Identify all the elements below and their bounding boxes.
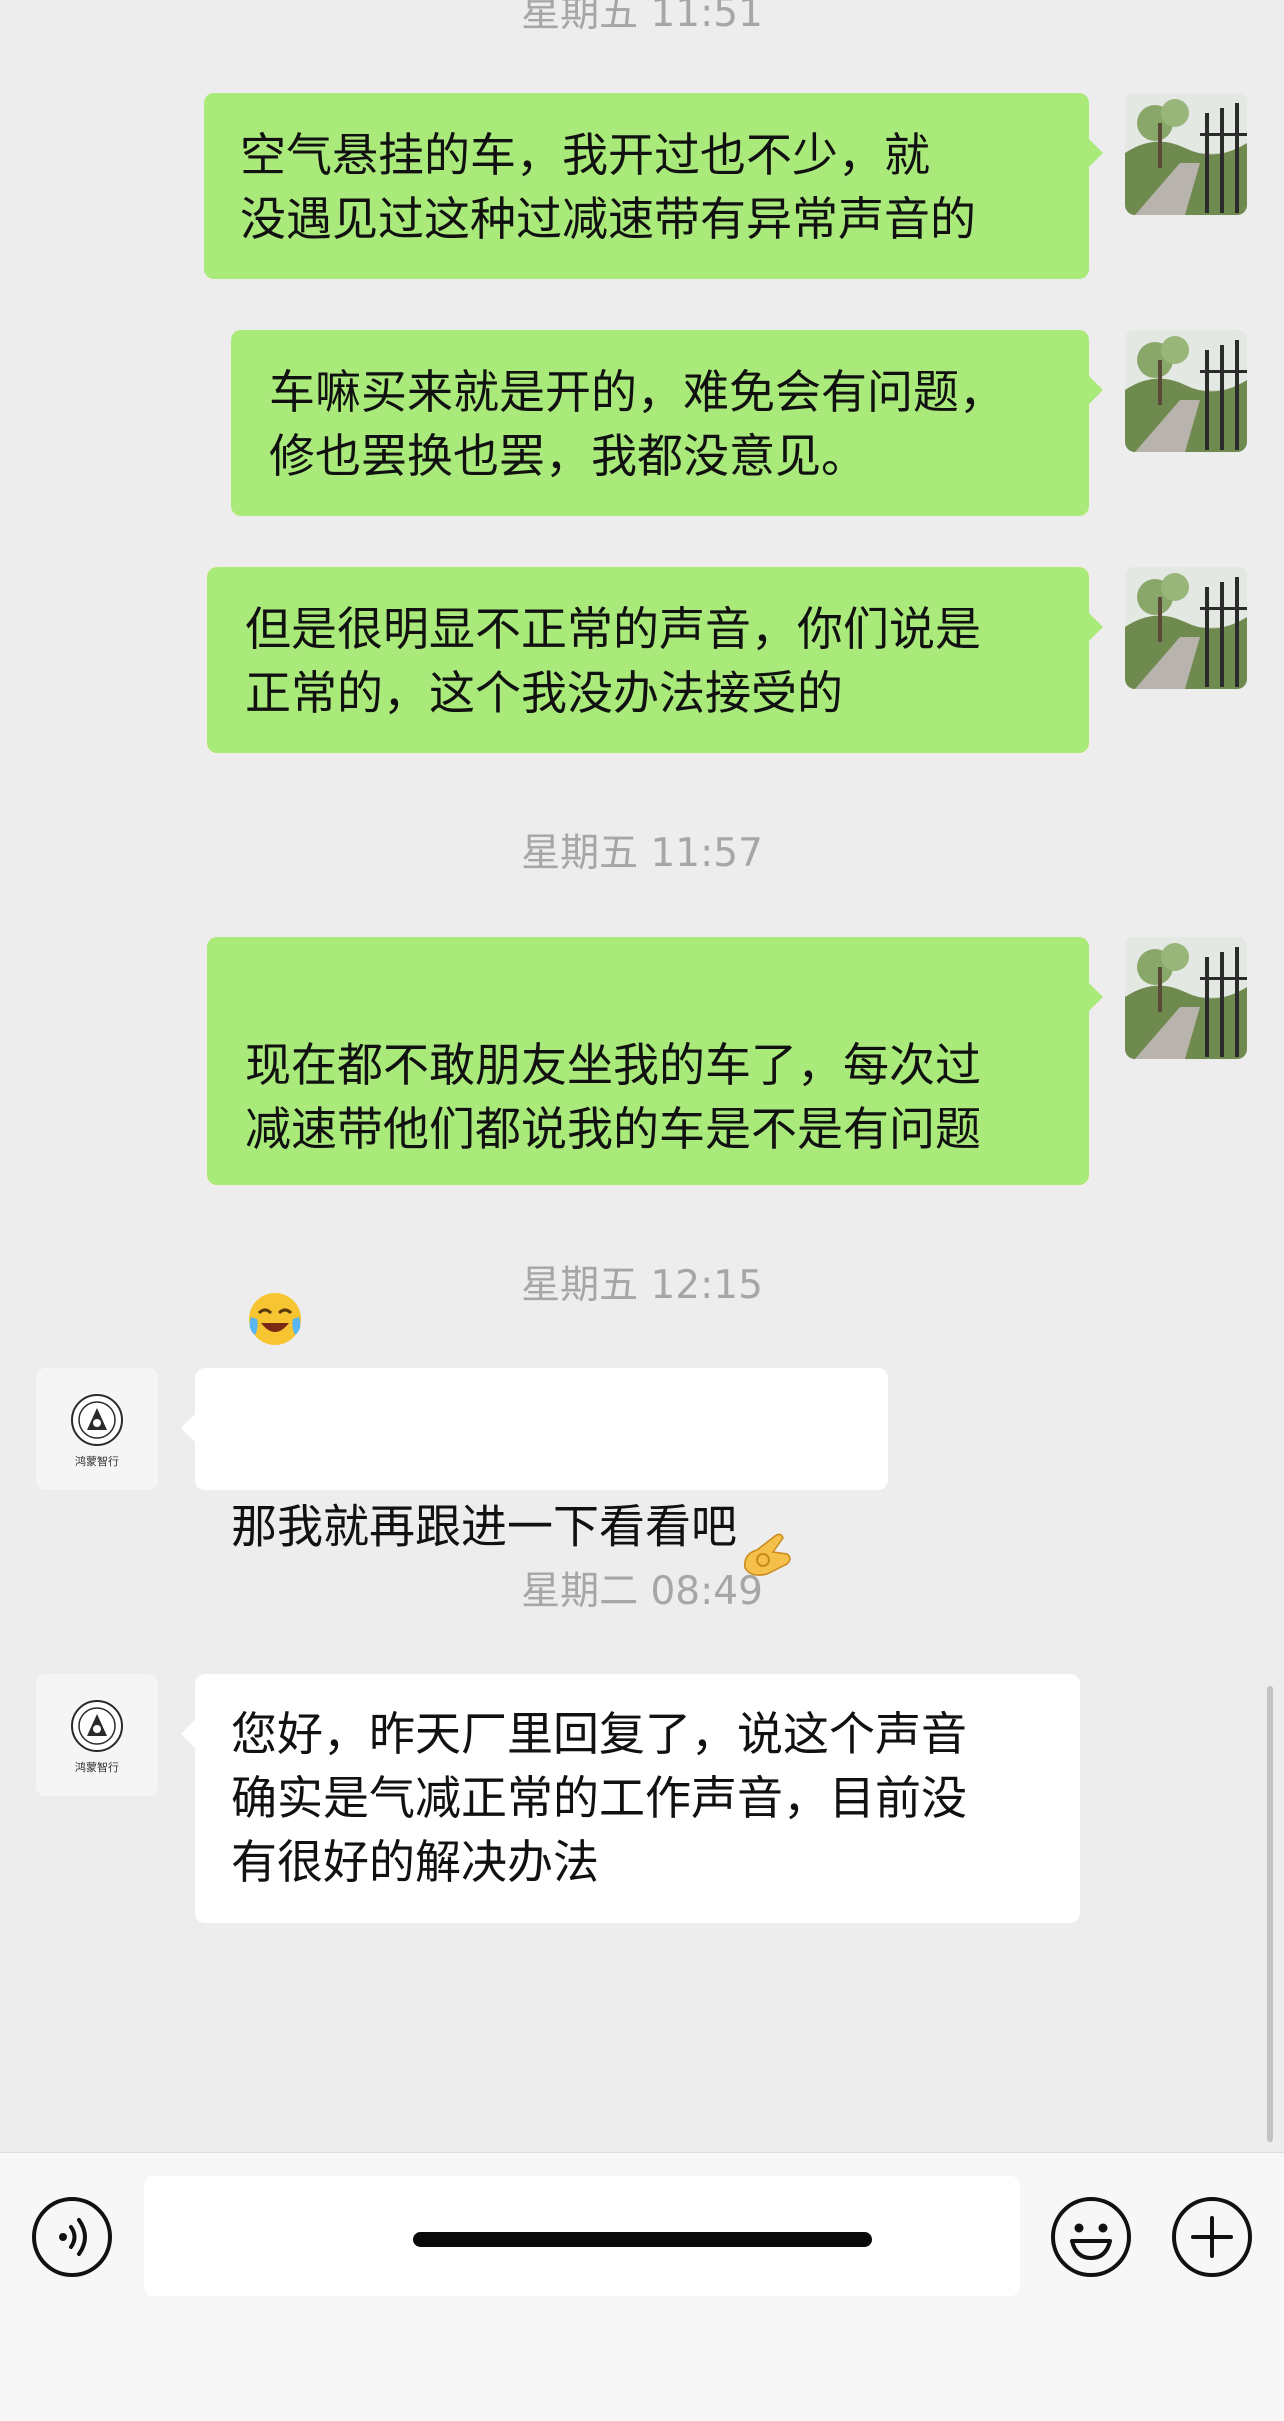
- plus-icon: [1172, 2197, 1252, 2277]
- avatar-landscape-image: [1125, 937, 1247, 1059]
- message-text: 现在都不敢朋友坐我的车了，每次过 减速带他们都说我的车是不是有问题: [245, 1038, 981, 1156]
- timestamp: 星期二 08:49: [521, 1569, 763, 1614]
- voice-icon: [32, 2197, 112, 2277]
- timestamp: 星期五 11:57: [521, 831, 763, 876]
- my-avatar[interactable]: [1125, 567, 1247, 689]
- chat-message-list[interactable]: 星期五 11:51 空气悬挂的车，我开过也不少，就 没遇见过这种过减速带有异常声…: [0, 0, 1284, 2152]
- chat-input-bar: [0, 2152, 1284, 2421]
- incoming-message-bubble[interactable]: 那我就再跟进一下看看吧: [181, 1368, 888, 1576]
- outgoing-message-bubble[interactable]: 车嘛买来就是开的，难免会有问题， 修也罢换也罢，我都没意见。: [231, 330, 1103, 516]
- outgoing-message-bubble[interactable]: 空气悬挂的车，我开过也不少，就 没遇见过这种过减速带有异常声音的: [204, 93, 1103, 279]
- brand-logo-icon: 鸿蒙智行: [36, 1674, 158, 1796]
- svg-text:鸿蒙智行: 鸿蒙智行: [75, 1760, 119, 1774]
- brand-logo-icon: 鸿蒙智行: [36, 1368, 158, 1490]
- svg-text:鸿蒙智行: 鸿蒙智行: [75, 1454, 119, 1468]
- message-text: 那我就再跟进一下看看吧: [231, 1499, 737, 1554]
- my-avatar[interactable]: [1125, 93, 1247, 215]
- emoji-icon: [1051, 2197, 1131, 2277]
- contact-avatar[interactable]: 鸿蒙智行: [36, 1368, 158, 1490]
- timestamp: 星期五 11:51: [521, 0, 763, 36]
- contact-avatar[interactable]: 鸿蒙智行: [36, 1674, 158, 1796]
- emoji-button[interactable]: [1050, 2196, 1132, 2278]
- outgoing-message-bubble[interactable]: 现在都不敢朋友坐我的车了，每次过 减速带他们都说我的车是不是有问题: [207, 937, 1103, 1345]
- avatar-landscape-image: [1125, 330, 1247, 452]
- more-options-button[interactable]: [1171, 2196, 1253, 2278]
- voice-input-button[interactable]: [31, 2196, 113, 2278]
- my-avatar[interactable]: [1125, 937, 1247, 1059]
- avatar-landscape-image: [1125, 93, 1247, 215]
- scrollbar[interactable]: [1267, 1686, 1273, 2142]
- my-avatar[interactable]: [1125, 330, 1247, 452]
- incoming-message-bubble[interactable]: 您好，昨天厂里回复了，说这个声音 确实是气减正常的工作声音，目前没 有很好的解决…: [181, 1674, 1080, 1923]
- home-indicator[interactable]: [413, 2232, 872, 2247]
- timestamp: 星期五 12:15: [521, 1263, 763, 1308]
- avatar-landscape-image: [1125, 567, 1247, 689]
- outgoing-message-bubble[interactable]: 但是很明显不正常的声音，你们说是 正常的，这个我没办法接受的: [207, 567, 1103, 753]
